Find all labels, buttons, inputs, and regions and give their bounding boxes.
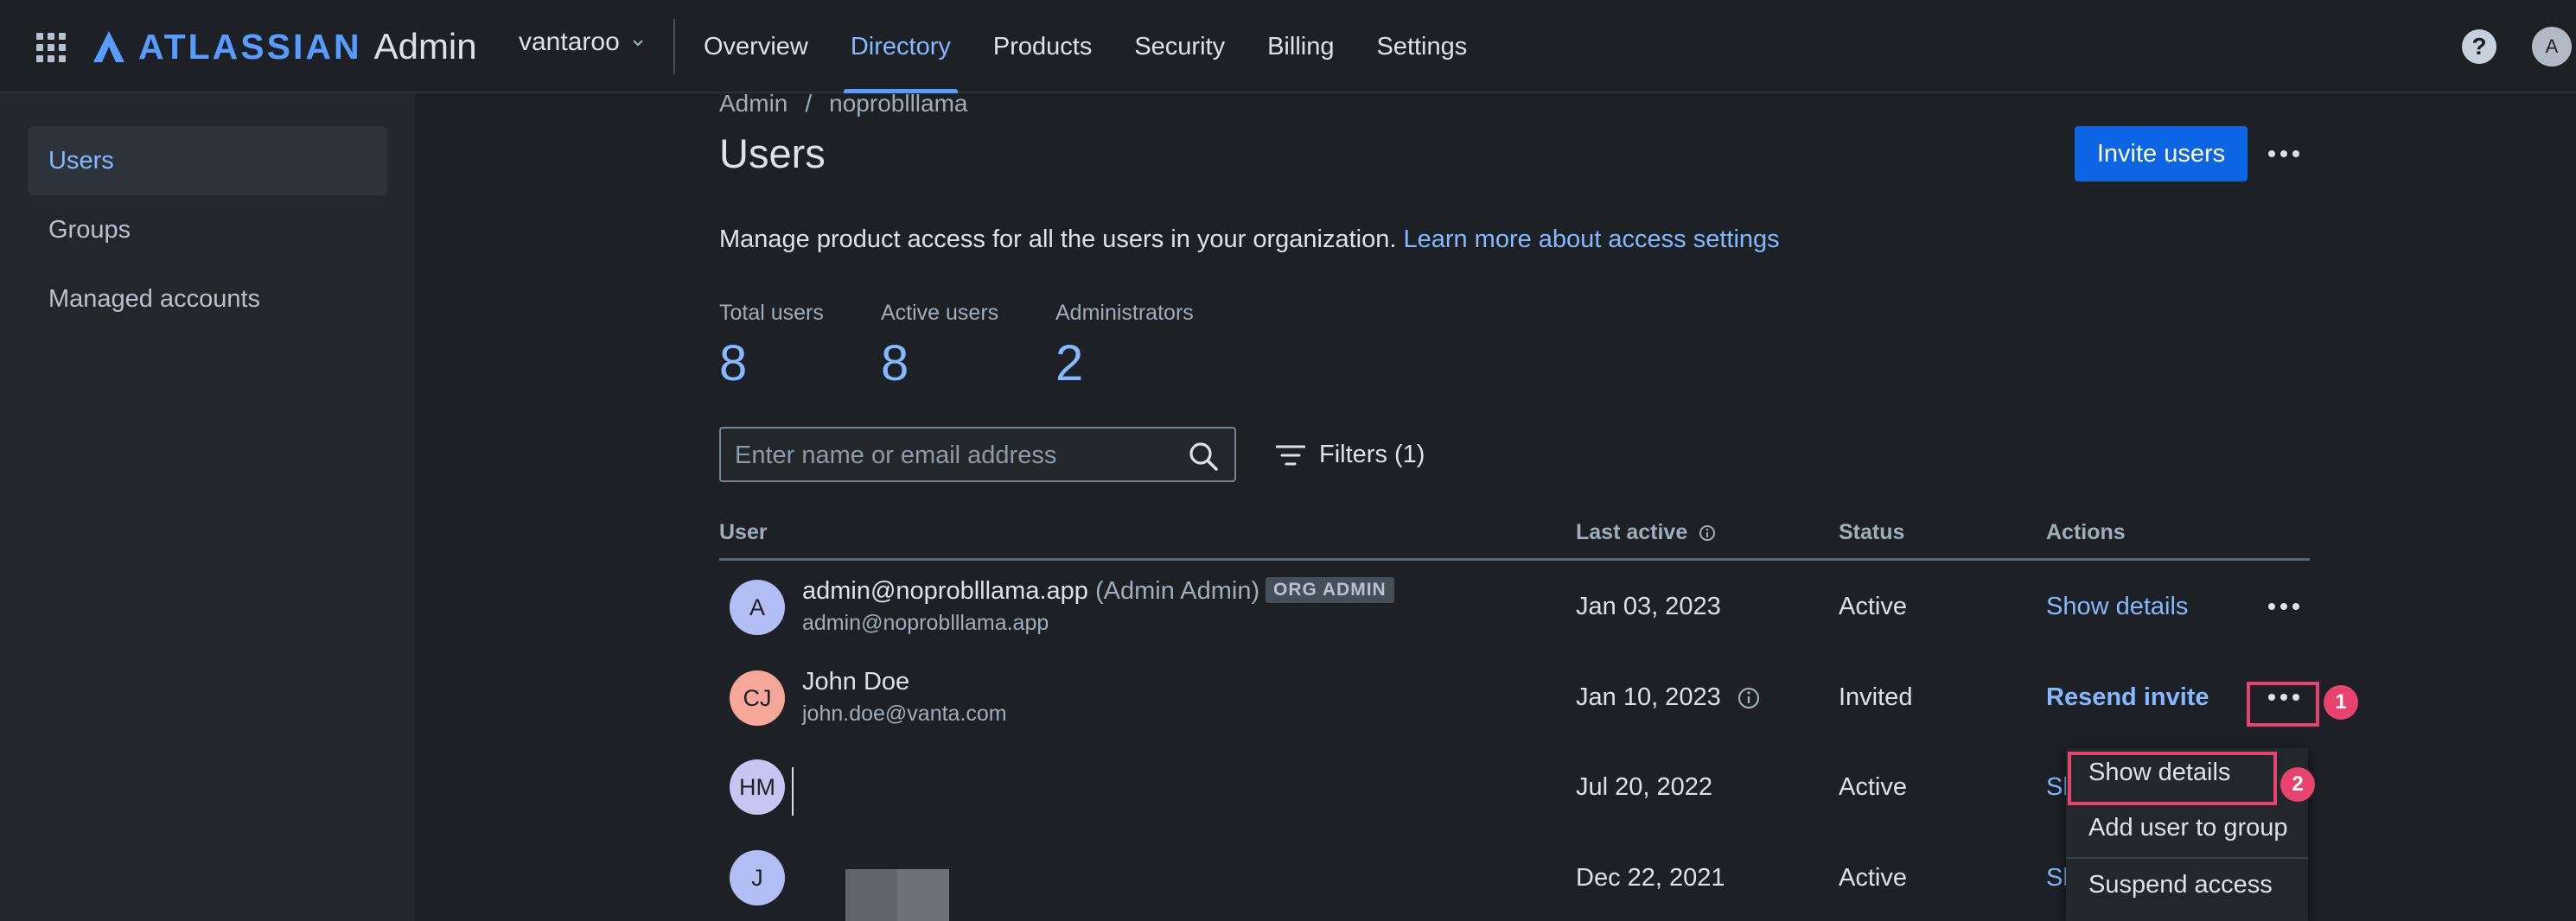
sidebar: Users Groups Managed accounts (0, 93, 415, 921)
page-title: Users (719, 130, 826, 176)
table-header-divider (719, 558, 2310, 561)
user-status: Invited (1839, 683, 1913, 711)
menu-item-add-user-to-group[interactable]: Add user to group (2088, 814, 2288, 842)
info-icon[interactable] (1699, 524, 1716, 542)
learn-more-link[interactable]: Learn more about access settings (1403, 225, 1779, 253)
sidebar-item-users[interactable]: Users (28, 126, 387, 195)
user-search-box (719, 427, 1236, 482)
stat-total-users: Total users 8 (719, 301, 824, 392)
last-active-date: Jan 10, 2023 (1576, 683, 1721, 711)
atlassian-admin-logo[interactable]: ATLASSIAN Admin (92, 26, 477, 67)
tab-billing[interactable]: Billing (1267, 0, 1334, 93)
filter-icon (1276, 445, 1305, 465)
filters-label: Filters (1) (1319, 441, 1425, 468)
top-navigation: ATLASSIAN Admin vantaroo Overview Direct… (0, 0, 2576, 93)
brand-name: ATLASSIAN (138, 26, 362, 67)
stat-label: Administrators (1055, 301, 1194, 325)
last-active-date: Dec 22, 2021 (1576, 864, 1725, 892)
user-status: Active (1839, 773, 1907, 801)
column-header-status[interactable]: Status (1839, 520, 1904, 545)
nav-divider (673, 19, 675, 74)
main-nav: Overview Directory Products Security Bil… (704, 0, 1509, 93)
stat-value: 2 (1055, 335, 1084, 391)
user-name[interactable]: admin@noproblllama.app (802, 577, 1088, 605)
tab-security[interactable]: Security (1134, 0, 1225, 93)
filters-button[interactable]: Filters (1) (1276, 441, 1425, 469)
tab-settings[interactable]: Settings (1376, 0, 1467, 93)
user-status: Active (1839, 864, 1907, 892)
tab-directory[interactable]: Directory (843, 0, 958, 93)
user-name[interactable]: John Doe (802, 668, 909, 696)
help-icon[interactable]: ? (2462, 29, 2496, 64)
avatar: A (730, 580, 785, 635)
menu-divider (2066, 857, 2308, 859)
highlight-box-step-1 (2247, 682, 2319, 727)
row-more-actions-icon[interactable] (2268, 603, 2299, 610)
breadcrumb-org[interactable]: noproblllama (829, 90, 967, 117)
sidebar-item-managed-accounts[interactable]: Managed accounts (28, 264, 387, 333)
app-switcher-icon[interactable] (36, 33, 66, 62)
stat-active-users: Active users 8 (881, 301, 998, 392)
product-name: Admin (373, 26, 477, 67)
last-active-date: Jul 20, 2022 (1576, 773, 1713, 801)
column-header-last-active[interactable]: Last active (1576, 520, 1716, 545)
page-description: Manage product access for all the users … (719, 225, 1780, 254)
search-input[interactable] (733, 429, 1169, 482)
last-active-date: Jan 03, 2023 (1576, 593, 1721, 620)
chevron-down-icon (632, 40, 643, 47)
redacted-user-info (845, 869, 949, 921)
tab-overview[interactable]: Overview (704, 0, 808, 93)
stat-value: 8 (719, 335, 748, 391)
atlassian-logo-icon (93, 31, 124, 62)
stat-label: Active users (881, 301, 999, 325)
description-text: Manage product access for all the users … (719, 225, 1397, 253)
column-header-user[interactable]: User (719, 520, 768, 545)
user-name-line: admin@noproblllama.app (Admin Admin) (802, 577, 1259, 606)
user-alias: (Admin Admin) (1094, 577, 1260, 605)
resend-invite-link[interactable]: Resend invite (2046, 683, 2209, 712)
org-admin-badge: ORG ADMIN (1266, 577, 1394, 603)
user-status: Active (1839, 593, 1907, 620)
column-header-label: Last active (1576, 520, 1688, 544)
highlight-box-step-2 (2068, 752, 2277, 805)
search-icon[interactable] (1188, 441, 1219, 472)
stat-value: 8 (881, 335, 909, 391)
breadcrumb-separator: / (805, 90, 813, 117)
step-marker-2: 2 (2280, 767, 2315, 802)
step-marker-1: 1 (2324, 685, 2358, 720)
menu-item-suspend-access[interactable]: Suspend access (2088, 871, 2273, 899)
avatar: HM (730, 759, 785, 815)
column-header-actions: Actions (2046, 520, 2126, 544)
org-switcher[interactable]: vantaroo (519, 28, 644, 57)
breadcrumb-admin[interactable]: Admin (719, 90, 787, 117)
org-name: vantaroo (519, 28, 620, 56)
breadcrumb: Admin / noproblllama (719, 90, 967, 118)
stat-administrators: Administrators 2 (1055, 301, 1194, 392)
avatar: CJ (730, 670, 785, 726)
stat-label: Total users (719, 301, 824, 325)
tab-products[interactable]: Products (993, 0, 1092, 93)
user-email: admin@noproblllama.app (802, 611, 1049, 635)
page-more-actions-icon[interactable] (2268, 150, 2299, 157)
profile-avatar[interactable]: A (2532, 27, 2572, 67)
user-email: john.doe@vanta.com (802, 702, 1007, 726)
info-icon[interactable] (1737, 686, 1761, 710)
invite-users-button[interactable]: Invite users (2075, 126, 2248, 181)
text-cursor (792, 767, 794, 816)
sidebar-item-groups[interactable]: Groups (28, 195, 387, 264)
show-details-link[interactable]: Show details (2046, 593, 2188, 621)
last-active-cell: Jan 10, 2023 (1576, 683, 1761, 712)
avatar: J (730, 850, 785, 905)
